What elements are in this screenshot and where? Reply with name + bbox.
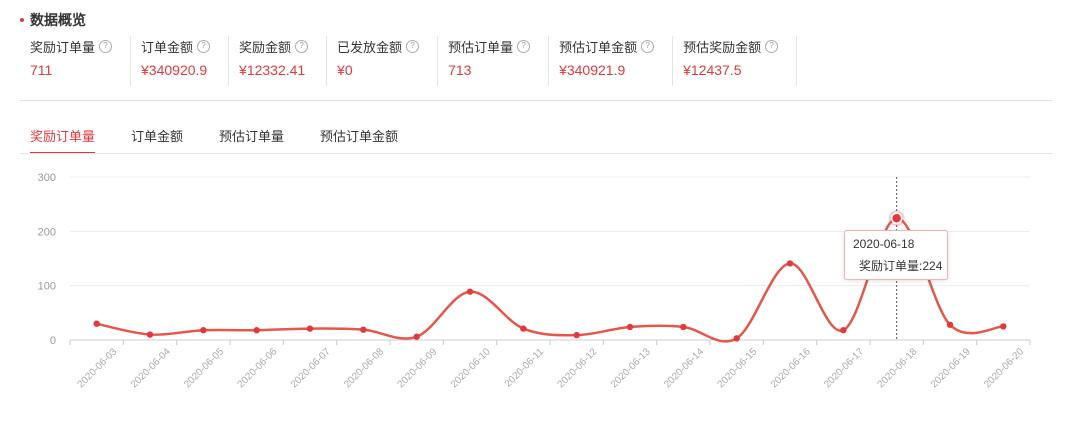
data-point	[413, 333, 420, 340]
metric-label: 预估订单量	[448, 39, 514, 55]
x-tick-label: 2020-06-18	[876, 346, 920, 390]
help-icon[interactable]: ?	[197, 39, 211, 53]
tabs-divider	[20, 153, 1052, 154]
tab-order-amount[interactable]: 订单金额	[131, 124, 183, 154]
tooltip-date: 2020-06-18	[853, 237, 915, 251]
x-tick-label: 2020-06-07	[289, 346, 333, 390]
metric-value: ¥340920.9	[141, 62, 208, 78]
metric-reward-orders: 奖励订单量 ? 711	[20, 36, 132, 86]
metric-value: ¥340921.9	[559, 62, 626, 78]
data-point	[946, 321, 954, 328]
x-tick-label: 2020-06-09	[396, 346, 440, 390]
tab-est-orders[interactable]: 预估订单量	[219, 124, 284, 154]
metrics-bar: 奖励订单量 ? 711 订单金额 ? ¥340920.9 奖励金额 ? ¥123…	[20, 36, 798, 88]
metric-value: ¥12437.5	[683, 62, 742, 78]
tab-est-order-amount[interactable]: 预估订单金额	[320, 124, 398, 154]
help-icon[interactable]: ?	[641, 39, 655, 53]
metric-paid-amount: 已发放金额 ? ¥0	[327, 36, 439, 86]
data-point	[626, 323, 634, 331]
data-point	[573, 331, 580, 339]
data-point	[520, 325, 527, 332]
data-point	[306, 325, 314, 332]
x-tick-label: 2020-06-14	[662, 346, 706, 390]
tooltip-value: 224	[922, 258, 943, 273]
help-icon[interactable]: ?	[295, 39, 309, 53]
metric-value: ¥12332.41	[239, 62, 306, 78]
tooltip-series-label: 奖励订单量	[859, 259, 920, 273]
section-title: 数据概览	[20, 10, 86, 30]
metric-est-orders: 预估订单量 ? 713	[438, 36, 550, 86]
data-point	[200, 327, 207, 334]
chart-tabs: 奖励订单量 订单金额 预估订单量 预估订单金额	[30, 124, 434, 154]
data-point	[146, 331, 154, 338]
metric-label: 奖励订单量	[30, 39, 96, 55]
x-tick-label: 2020-06-19	[929, 346, 973, 390]
metric-order-amount: 订单金额 ? ¥340920.9	[131, 36, 230, 86]
metric-label: 订单金额	[141, 39, 194, 55]
metric-label: 已发放金额	[337, 39, 403, 55]
metric-value: 711	[30, 62, 53, 78]
x-tick-label: 2020-06-11	[503, 346, 547, 390]
x-tick-label: 2020-06-03	[76, 346, 120, 390]
data-point	[253, 327, 260, 334]
metric-est-order-amount: 预估订单金额 ? ¥340921.9	[549, 36, 674, 86]
data-point	[680, 323, 687, 331]
section-title-text: 数据概览	[30, 12, 86, 28]
data-point	[786, 260, 794, 267]
data-point	[466, 288, 474, 295]
y-tick-label: 200	[38, 226, 56, 238]
metric-label: 奖励金额	[239, 39, 292, 55]
x-tick-label: 2020-06-15	[716, 346, 760, 390]
x-tick-label: 2020-06-10	[449, 346, 493, 390]
help-icon[interactable]: ?	[517, 39, 531, 53]
x-tick-label: 2020-06-04	[129, 346, 173, 390]
metric-label: 预估订单金额	[559, 39, 638, 55]
x-tick-label: 2020-06-16	[769, 346, 813, 390]
x-tick-label: 2020-06-20	[982, 346, 1026, 390]
y-tick-label: 100	[38, 281, 56, 293]
y-tick-label: 300	[38, 172, 56, 184]
line-chart: 0 100 200 300 2020-06-03 2020-06-04 2020-06-05…	[38, 172, 1031, 390]
x-tick-label: 2020-06-08	[342, 346, 386, 390]
data-point	[360, 326, 367, 333]
y-tick-label: 0	[50, 335, 56, 347]
data-point	[93, 320, 100, 327]
title-bullet-icon	[20, 18, 24, 22]
highlight-point	[890, 212, 903, 225]
chart-tooltip: 2020-06-18 奖励订单量 : 224	[844, 230, 948, 280]
x-tick-label: 2020-06-06	[236, 346, 280, 390]
x-tick-label: 2020-06-17	[822, 346, 866, 390]
data-point	[733, 335, 740, 342]
data-point	[840, 327, 847, 334]
tab-reward-orders[interactable]: 奖励订单量	[30, 124, 96, 154]
x-tick-label: 2020-06-05	[182, 346, 226, 390]
data-point	[1000, 323, 1007, 330]
x-tick-label: 2020-06-13	[609, 346, 653, 390]
help-icon[interactable]: ?	[406, 39, 420, 53]
section-divider	[20, 100, 1052, 101]
help-icon[interactable]: ?	[765, 39, 779, 53]
metric-reward-amount: 奖励金额 ? ¥12332.41	[229, 36, 328, 86]
metric-value: ¥0	[337, 62, 353, 78]
metric-label: 预估奖励金额	[683, 39, 762, 55]
metric-est-reward-amount: 预估奖励金额 ? ¥12437.5	[673, 36, 798, 86]
help-icon[interactable]: ?	[99, 39, 113, 53]
x-tick-label: 2020-06-12	[556, 346, 600, 390]
metric-value: 713	[448, 62, 472, 78]
